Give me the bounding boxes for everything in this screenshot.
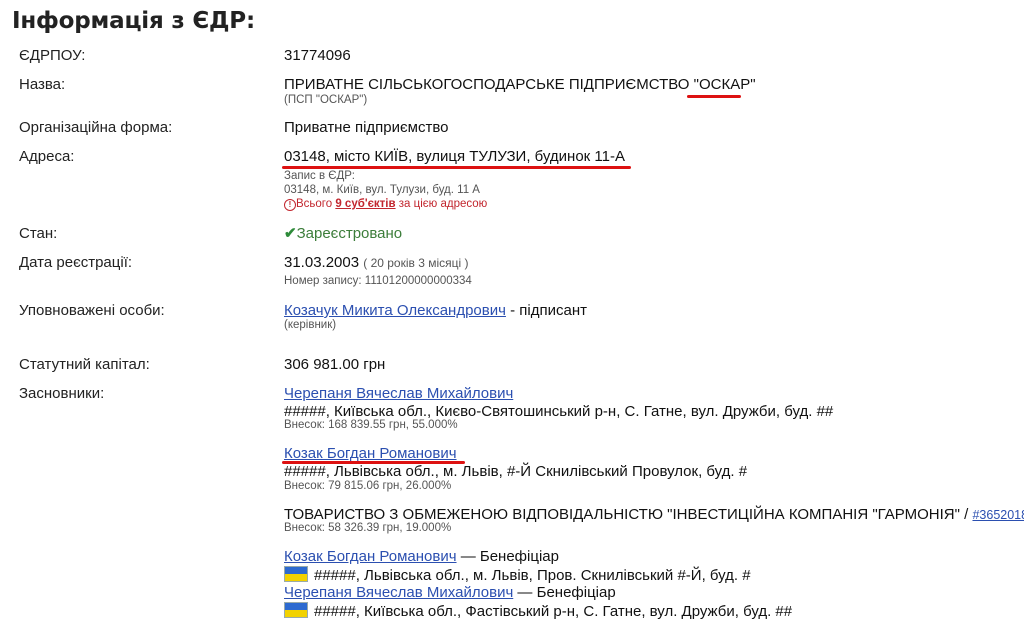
ukraine-flag-icon [284,602,308,618]
founder-name-link[interactable]: Козак Богдан Романович [284,445,457,462]
authorized-role: - підписант [505,302,587,319]
edrpou-label: ЄДРПОУ: [19,47,86,64]
founders-label: Засновники: [19,385,105,402]
reg-date-value: 31.03.2003 ( 20 років 3 місяці ) [284,254,469,271]
name-short: (ПСП "ОСКАР") [284,94,368,106]
status-text: Зареєстровано [296,225,403,242]
founder-share: Внесок: 58 326.39 грн, 19.000% [284,522,452,534]
name-highlight-underline [687,95,741,98]
address-record-title: Запис в ЄДР: [284,170,355,182]
warn-suffix: за цією адресою [395,198,488,210]
founder-address: #####, Київська обл., Києво-Святошинськи… [284,403,834,420]
founder-company-code-link[interactable]: #36520188 [972,508,1024,522]
status-value: ✔Зареєстровано [284,224,402,242]
beneficiary-name-link[interactable]: Черепаня Вячеслав Михайлович [284,584,513,601]
authorized-person-link[interactable]: Козачук Микита Олександрович [284,302,506,319]
reg-age: ( 20 років 3 місяці ) [363,256,469,270]
capital-value: 306 981.00 грн [284,356,386,373]
founder-company-name: ТОВАРИСТВО З ОБМЕЖЕНОЮ ВІДПОВІДАЛЬНІСТЮ … [284,506,960,523]
authorized-position: (керівник) [284,319,337,331]
ukraine-flag-icon [284,566,308,582]
beneficiary-row: Черепаня Вячеслав Михайлович — Бенефіціа… [284,584,616,601]
status-label: Стан: [19,225,58,242]
page-title: Інформація з ЄДР: [12,8,255,34]
record-number: Номер запису: 11101200000000334 [284,275,472,287]
beneficiary-address: #####, Київська обл., Фастівський р-н, С… [314,603,793,620]
founder-share: Внесок: 79 815.06 грн, 26.000% [284,480,452,492]
authorized-value: Козачук Микита Олександрович - підписант [284,302,587,319]
beneficiary-role: — Бенефіціар [456,548,559,565]
name-prefix: ПРИВАТНЕ СІЛЬСЬКОГОСПОДАРСЬКЕ ПІДПРИЄМСТ… [284,76,699,93]
founder-name-link[interactable]: Черепаня Вячеслав Михайлович [284,385,513,402]
beneficiary-address: #####, Львівська обл., м. Львів, Пров. С… [314,567,751,584]
name-value: ПРИВАТНЕ СІЛЬСЬКОГОСПОДАРСЬКЕ ПІДПРИЄМСТ… [284,76,756,93]
founder-address: #####, Львівська обл., м. Львів, #-Й Скн… [284,463,748,480]
address-record-value: 03148, м. Київ, вул. Тулузи, буд. 11 А [284,184,480,196]
name-highlight: ОСКАР [698,76,751,93]
org-form-value: Приватне підприємство [284,119,449,136]
founder-share: Внесок: 168 839.55 грн, 55.000% [284,419,458,431]
address-underline [282,166,631,169]
founder-company-sep: / [959,506,973,523]
beneficiary-role: — Бенефіціар [513,584,616,601]
address-value: 03148, місто КИЇВ, вулиця ТУЛУЗИ, будино… [284,148,625,165]
org-form-label: Організаційна форма: [19,119,173,136]
subjects-count-link[interactable]: 9 суб'єктів [335,198,395,210]
check-icon: ✔ [284,225,297,242]
capital-label: Статутний капітал: [19,356,150,373]
reg-date: 31.03.2003 [284,254,360,271]
beneficiary-row: Козак Богдан Романович — Бенефіціар [284,548,559,565]
reg-date-label: Дата реєстрації: [19,254,133,271]
founder-company: ТОВАРИСТВО З ОБМЕЖЕНОЮ ВІДПОВІДАЛЬНІСТЮ … [284,506,1024,523]
address-label: Адреса: [19,148,75,165]
beneficiary-address-row: #####, Київська обл., Фастівський р-н, С… [284,602,792,620]
address-subjects-note: ! Всього 9 суб'єктів за цією адресою [284,198,487,211]
name-suffix: " [750,76,756,93]
beneficiary-address-row: #####, Львівська обл., м. Львів, Пров. С… [284,566,751,584]
exclamation-circle-icon: ! [284,199,296,211]
warn-prefix: Всього [296,198,336,210]
authorized-label: Уповноважені особи: [19,302,165,319]
edrpou-value: 31774096 [284,47,351,64]
name-label: Назва: [19,76,66,93]
beneficiary-name-link[interactable]: Козак Богдан Романович [284,548,457,565]
